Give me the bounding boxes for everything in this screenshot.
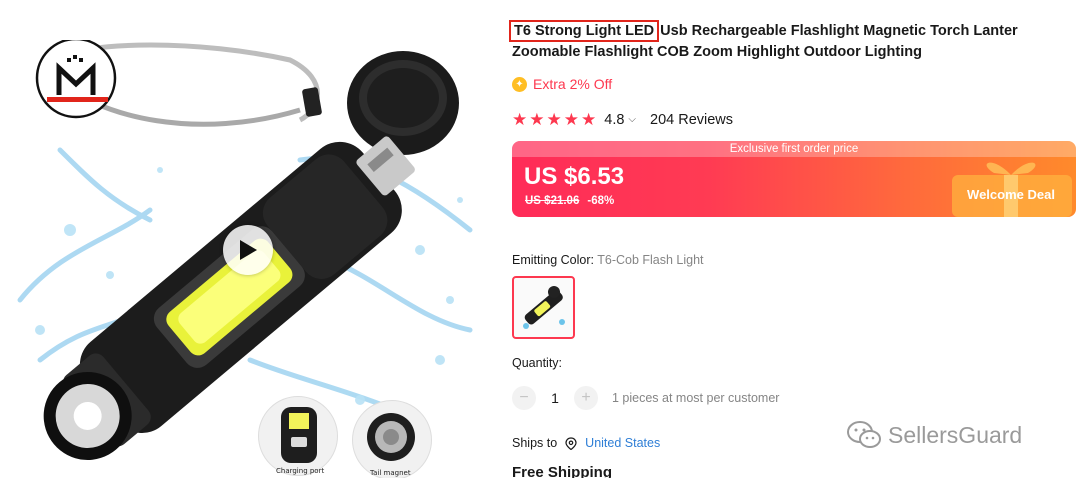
color-label-text: Emitting Color: [512,253,594,267]
charging-port-thumb [258,396,338,476]
star-icon: ★ [512,110,528,129]
welcome-deal-badge: Welcome Deal [932,155,1076,217]
price-box: Exclusive first order price US $6.53 US … [512,141,1076,217]
star-icon: ★ [563,110,579,129]
extra-discount-label: Extra 2% Off [533,76,613,92]
product-title: T6 Strong Light LED Usb Rechargeable Fla… [508,20,1067,63]
quantity-decrease-button[interactable]: − [512,386,536,410]
discount-percent: -68% [587,195,615,207]
original-price: US $21.06 [525,195,580,207]
brand-logo [33,40,119,120]
title-highlight: T6 Strong Light LED [508,20,660,42]
star-icon: ★ [581,110,597,129]
product-image-gallery[interactable]: Charging port Tail magnet [0,0,490,478]
play-icon [240,240,257,260]
rating-score[interactable]: 4.8 [604,112,624,128]
star-icon: ★ [546,110,562,129]
tail-magnet-thumb [352,400,432,478]
original-price-row: US $21.06 -68% [525,195,614,207]
quantity-stepper: − 1 + 1 pieces at most per customer [512,386,779,410]
rating-row: ★ ★ ★ ★ ★ 4.8 ⌵ 204 Reviews [512,111,733,128]
color-option-label: Emitting Color: T6-Cob Flash Light [512,253,704,267]
welcome-deal-label: Welcome Deal [967,187,1055,202]
quantity-increase-button[interactable]: + [574,386,598,410]
star-icon: ★ [529,110,545,129]
free-shipping: Free Shipping [512,464,613,478]
play-video-button[interactable] [223,225,273,275]
color-value: T6-Cob Flash Light [593,253,704,267]
tail-magnet-label: Tail magnet [370,469,411,477]
chevron-down-icon[interactable]: ⌵ [628,114,636,125]
quantity-input[interactable]: 1 [536,390,574,406]
quantity-label: Quantity: [512,356,563,370]
product-info-panel: T6 Strong Light LED Usb Rechargeable Fla… [508,0,1080,478]
watermark: SellersGuard [846,420,1022,450]
ships-to-row: Ships to United States [512,436,660,450]
ships-to-label: Ships to [512,436,558,450]
reviews-link[interactable]: 204 Reviews [650,112,733,128]
quantity-limit-note: 1 pieces at most per customer [612,391,780,405]
watermark-text: SellersGuard [888,421,1023,448]
wechat-icon [847,421,881,448]
coin-icon: ✦ [512,76,527,92]
color-swatch-t6-cob[interactable] [512,276,575,339]
location-pin-icon [565,436,577,450]
charging-port-label: Charging port [276,467,325,475]
gift-icon [952,162,1072,217]
star-rating: ★ ★ ★ ★ ★ [512,111,596,128]
ship-country-link[interactable]: United States [585,436,660,450]
current-price: US $6.53 [524,163,625,190]
extra-discount[interactable]: ✦ Extra 2% Off [512,76,612,92]
